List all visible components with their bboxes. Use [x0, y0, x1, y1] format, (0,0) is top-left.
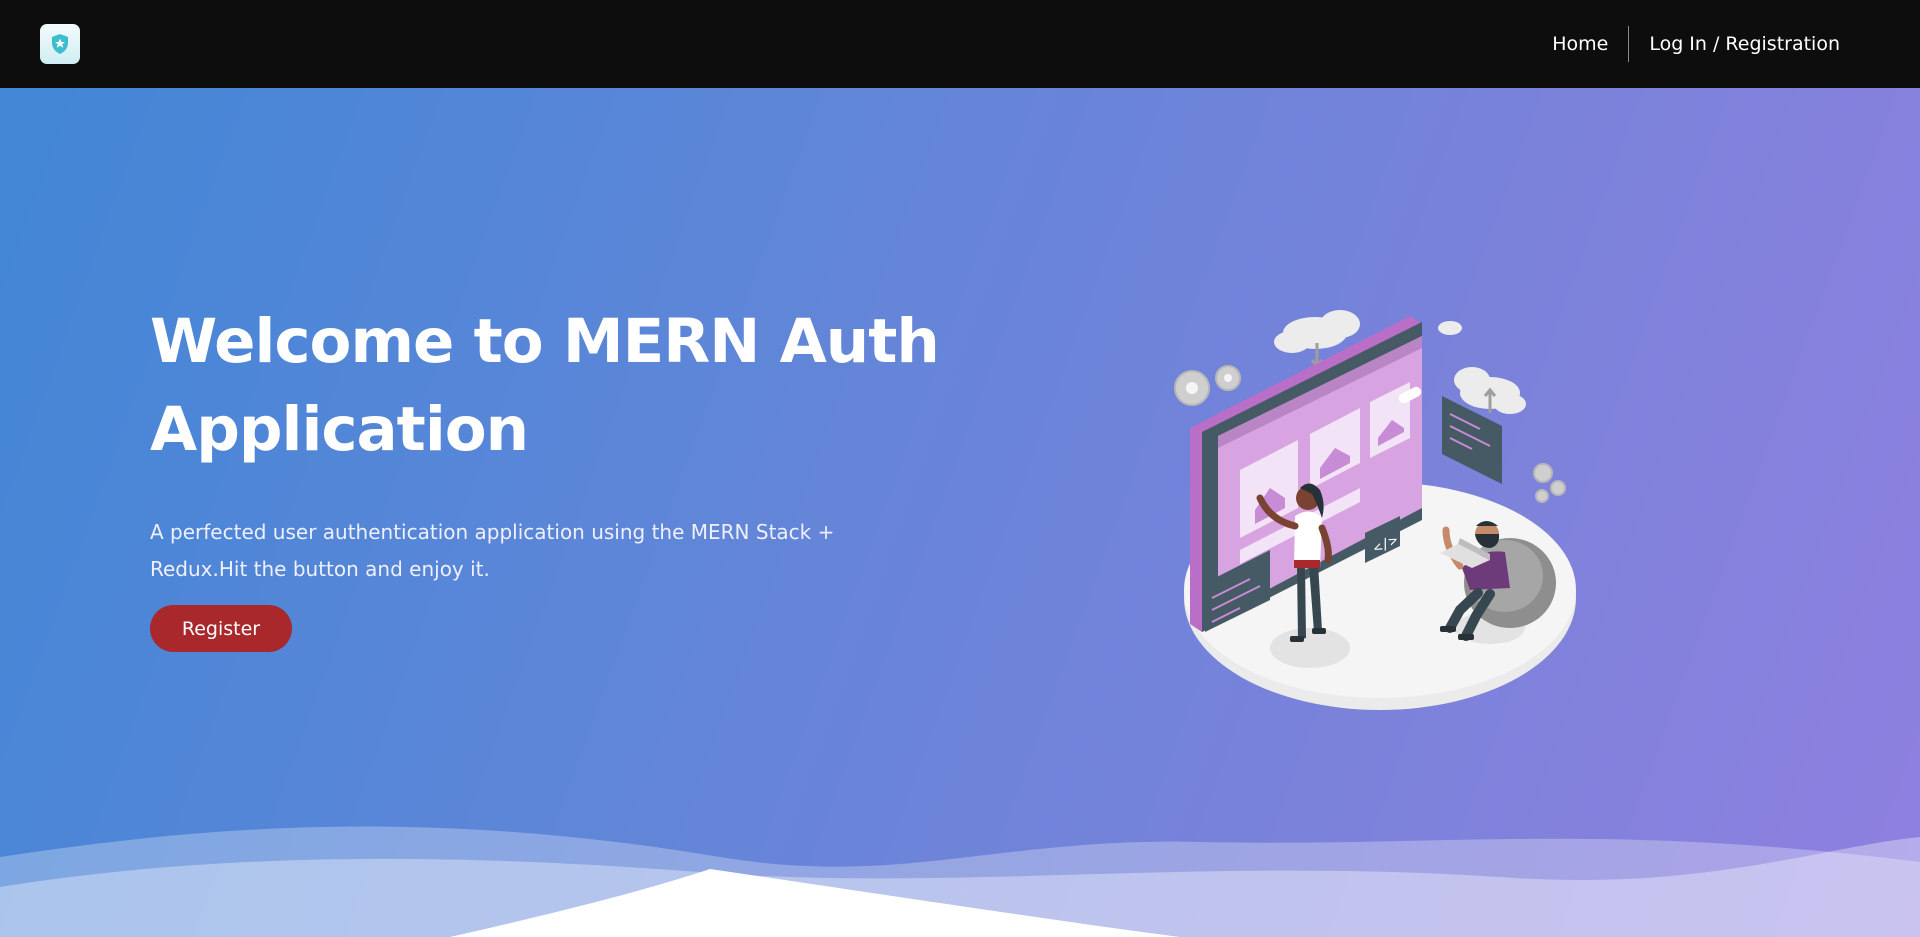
- hero-text: Welcome to MERN Auth Application A perfe…: [150, 298, 950, 652]
- navbar: Home Log In / Registration: [0, 0, 1920, 88]
- hero-section: Welcome to MERN Auth Application A perfe…: [0, 88, 1920, 937]
- hero-subtitle-line-1: A perfected user authentication applicat…: [150, 520, 835, 544]
- decorative-waves: [0, 826, 1920, 937]
- nav-home-link[interactable]: Home: [1532, 26, 1628, 62]
- nav-links: Home Log In / Registration: [1532, 0, 1880, 88]
- nav-login-registration-link[interactable]: Log In / Registration: [1629, 26, 1880, 62]
- hero-title-line-1: Welcome to MERN Auth: [150, 306, 940, 377]
- hero-title: Welcome to MERN Auth Application: [150, 298, 950, 474]
- register-button[interactable]: Register: [150, 605, 292, 652]
- brand-logo-link[interactable]: [40, 24, 80, 64]
- hero-subtitle-line-2: Redux.Hit the button and enjoy it.: [150, 557, 490, 581]
- developers-illustration: </>: [1174, 310, 1576, 710]
- hero-title-line-2: Application: [150, 394, 529, 465]
- hero-subtitle: A perfected user authentication applicat…: [150, 514, 890, 588]
- shield-star-icon: [52, 34, 68, 54]
